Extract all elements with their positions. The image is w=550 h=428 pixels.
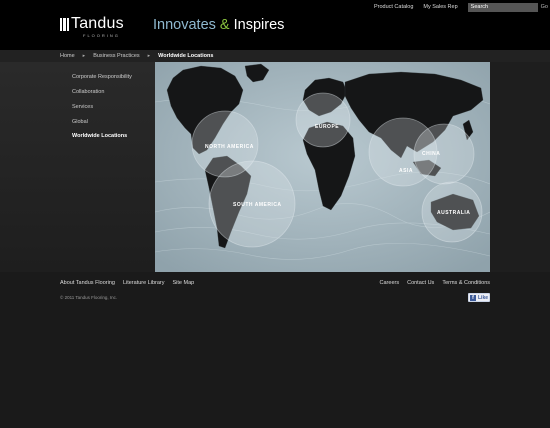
sidebar-item-worldwide-locations[interactable]: Worldwide Locations (72, 133, 127, 139)
careers-link[interactable]: Careers (380, 280, 400, 286)
tagline-ampersand: & (219, 17, 230, 33)
logo-subtitle: FLOORING (83, 33, 120, 38)
utility-nav: Product Catalog My Sales Rep Go (374, 2, 550, 12)
sidebar-nav: Corporate Responsibility Collaboration S… (0, 62, 155, 272)
like-label: Like (478, 294, 489, 301)
product-catalog-link[interactable]: Product Catalog (374, 4, 413, 10)
terms-conditions-link[interactable]: Terms & Conditions (442, 280, 490, 286)
facebook-icon: f (470, 294, 476, 301)
chevron-right-icon: ▸ (147, 53, 151, 59)
logo-name: Tandus (71, 15, 124, 32)
tagline-innovates: Innovates (153, 17, 216, 33)
region-label-south-america: SOUTH AMERICA (233, 202, 282, 208)
logo-mark-icon (60, 18, 69, 31)
facebook-like-button[interactable]: f Like (468, 293, 490, 302)
search-input[interactable] (467, 2, 538, 12)
copyright-text: © 2011 Tandus Flooring, Inc. (60, 295, 118, 300)
world-map: NORTH AMERICA EUROPE CHINA ASIA SOUTH AM… (155, 62, 490, 272)
about-tandus-link[interactable]: About Tandus Flooring (60, 280, 115, 286)
site-map-link[interactable]: Site Map (173, 280, 195, 286)
region-label-europe: EUROPE (315, 124, 339, 130)
sidebar-item-services[interactable]: Services (72, 104, 93, 110)
sidebar-item-corporate-responsibility[interactable]: Corporate Responsibility (72, 74, 132, 80)
breadcrumb-worldwide-locations: Worldwide Locations (158, 53, 214, 59)
right-gutter (490, 62, 550, 272)
literature-library-link[interactable]: Literature Library (123, 280, 165, 286)
chevron-right-icon: ▸ (82, 53, 86, 59)
header: Product Catalog My Sales Rep Go Tandus F… (0, 0, 550, 50)
contact-us-link[interactable]: Contact Us (407, 280, 434, 286)
tagline-inspires: Inspires (233, 17, 285, 33)
sidebar-item-collaboration[interactable]: Collaboration (72, 89, 104, 95)
footer: About Tandus Flooring Literature Library… (0, 272, 550, 428)
breadcrumb-business-practices[interactable]: Business Practices (93, 53, 139, 59)
tandus-logo[interactable]: Tandus FLOORING (60, 15, 124, 38)
tagline: Innovates & Inspires (153, 17, 284, 33)
sidebar-item-global[interactable]: Global (72, 119, 88, 125)
breadcrumb: Home ▸ Business Practices ▸ Worldwide Lo… (0, 50, 550, 62)
world-map-graphic: NORTH AMERICA EUROPE CHINA ASIA SOUTH AM… (155, 62, 490, 272)
breadcrumb-home[interactable]: Home (60, 53, 75, 59)
region-label-asia: ASIA (399, 168, 413, 174)
footer-links-right: Careers Contact Us Terms & Conditions (380, 280, 490, 286)
region-label-australia: AUSTRALIA (437, 210, 470, 216)
region-label-north-america: NORTH AMERICA (205, 144, 254, 150)
region-label-china: CHINA (422, 151, 440, 157)
my-sales-rep-link[interactable]: My Sales Rep (423, 4, 457, 10)
search-go-button[interactable]: Go (541, 4, 548, 10)
footer-links-left: About Tandus Flooring Literature Library… (60, 280, 194, 286)
